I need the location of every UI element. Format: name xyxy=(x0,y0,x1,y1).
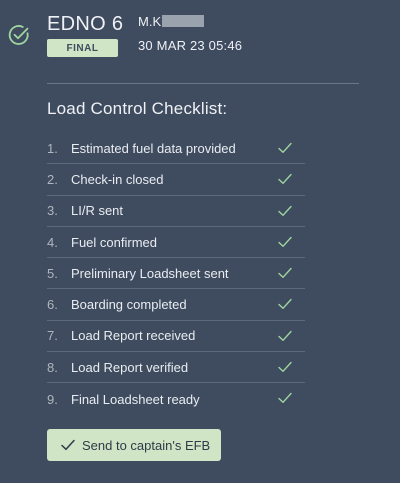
checklist-item-number: 3. xyxy=(47,203,58,219)
checklist-item-label: Load Report verified xyxy=(71,359,189,375)
checklist-item-label: Estimated fuel data provided xyxy=(71,140,236,156)
checklist-item-number: 6. xyxy=(47,297,58,313)
check-icon xyxy=(278,142,292,153)
checklist-item-label: LI/R sent xyxy=(71,203,124,219)
check-icon xyxy=(278,361,292,373)
check-icon xyxy=(278,236,292,247)
check-icon xyxy=(278,299,292,310)
flight-number: EDNO 6 xyxy=(47,13,124,35)
checklist-item: 2. Check-in closed xyxy=(47,164,305,196)
check-icon xyxy=(278,205,292,216)
check-icon xyxy=(278,267,292,279)
check-icon xyxy=(61,439,75,451)
checklist-item-label: Load Report received xyxy=(71,328,196,344)
checklist-item: 8. Load Report verified xyxy=(47,352,305,384)
checklist-item-number: 5. xyxy=(47,265,58,281)
checklist-item-label: Final Loadsheet ready xyxy=(71,391,200,407)
checklist-item-label: Check-in closed xyxy=(71,171,164,187)
checklist-item: 1. Estimated fuel data provided xyxy=(47,133,305,165)
check-icon xyxy=(278,174,292,185)
checklist-item: 7. Load Report received xyxy=(47,321,305,353)
checklist-item: 4. Fuel confirmed xyxy=(47,227,305,259)
user-id: M.K xyxy=(138,14,162,29)
divider xyxy=(47,83,359,84)
checklist-item-number: 2. xyxy=(47,171,58,187)
checklist-item: 3. LI/R sent xyxy=(47,196,305,227)
checklist-item-number: 9. xyxy=(47,391,58,407)
checklist-item-label: Boarding completed xyxy=(71,297,187,313)
checklist-item-number: 1. xyxy=(47,140,58,156)
checklist-item: 6. Boarding completed xyxy=(47,289,305,321)
checklist-item: 9. Final Loadsheet ready xyxy=(47,383,305,414)
check-icon xyxy=(278,393,292,404)
checklist-item-number: 8. xyxy=(47,359,58,375)
checklist-item-label: Preliminary Loadsheet sent xyxy=(71,265,229,281)
check-circle-icon xyxy=(8,25,29,45)
check-icon xyxy=(278,330,292,341)
timestamp: 30 MAR 23 05:46 xyxy=(138,38,243,53)
checklist-item-number: 7. xyxy=(47,328,58,344)
checklist-item-number: 4. xyxy=(47,234,58,250)
checklist-item: 5. Preliminary Loadsheet sent xyxy=(47,258,305,290)
status-badge: FINAL xyxy=(47,39,118,57)
checklist-item-label: Fuel confirmed xyxy=(71,234,157,250)
send-button-label: Send to captain's EFB xyxy=(82,437,211,453)
send-to-efb-button[interactable]: Send to captain's EFB xyxy=(47,429,221,461)
redacted-user-mask xyxy=(162,15,204,27)
checklist: 1. Estimated fuel data provided 2. Check-in… xyxy=(47,133,305,415)
checklist-title: Load Control Checklist: xyxy=(47,99,228,118)
